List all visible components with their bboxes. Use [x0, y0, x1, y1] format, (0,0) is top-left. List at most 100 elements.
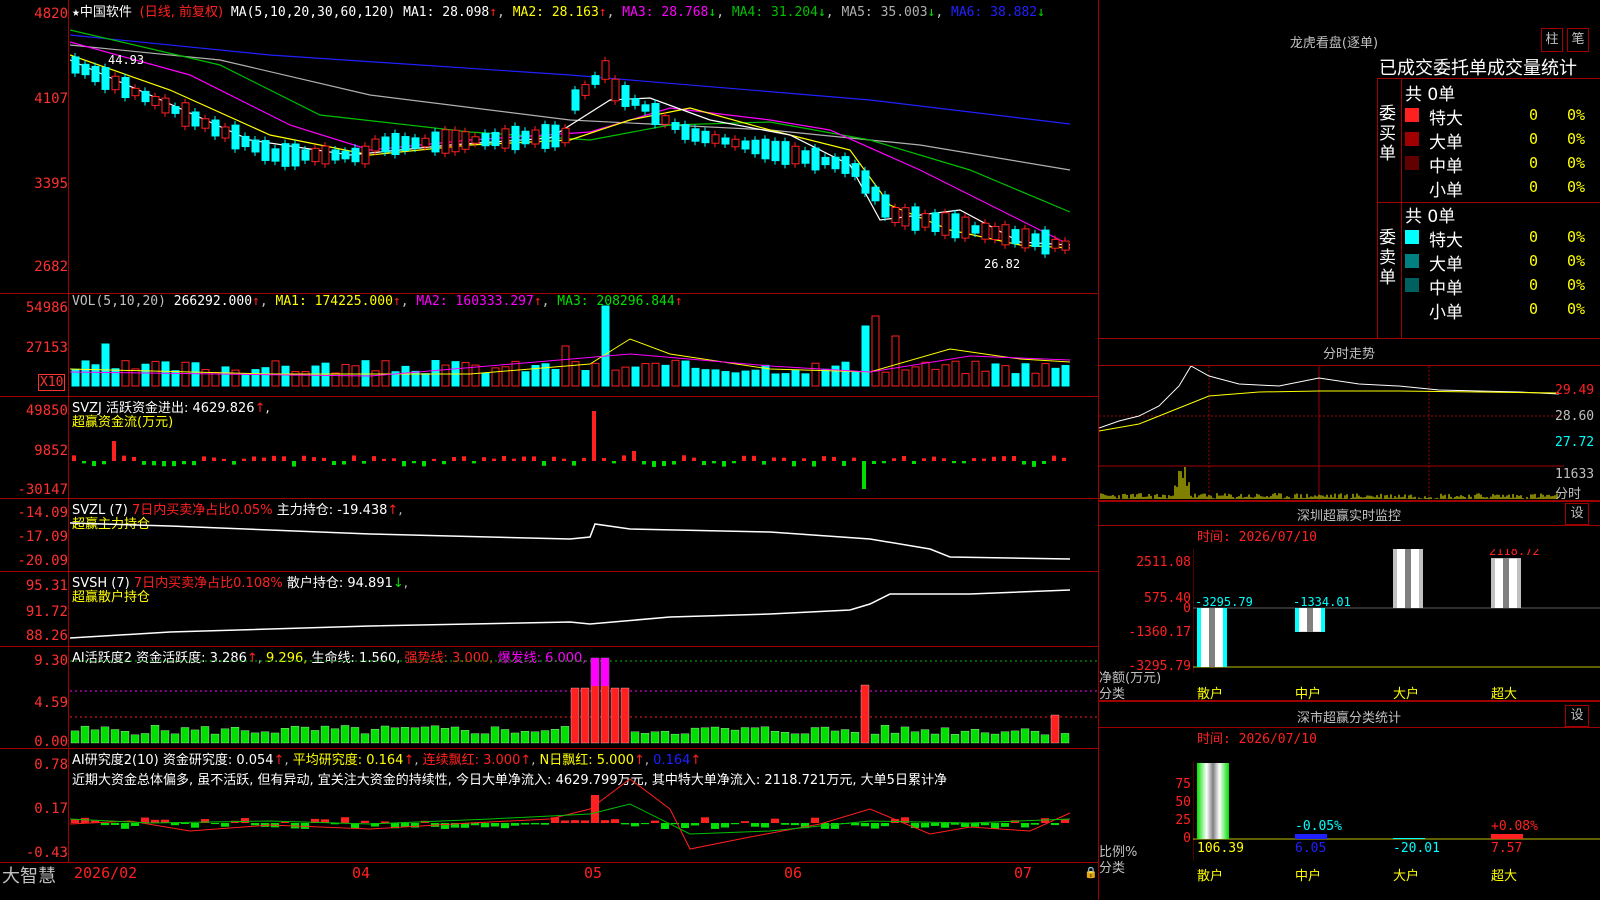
candle-body: [111, 75, 120, 91]
order-percent: 0%: [1567, 228, 1586, 246]
volume-bar: [601, 305, 610, 387]
volume-bar: [551, 368, 560, 387]
svzj-bar: [732, 461, 736, 464]
ma5-value: MA5: 35.003: [841, 5, 928, 20]
svzj-bar: [72, 455, 76, 461]
candle-body: [481, 132, 490, 147]
monitor-bar-edge: [1491, 558, 1495, 608]
svzl-panel[interactable]: -14.09 -17.09 -20.09 SVZL (7) 7日内买卖净占比0.…: [0, 499, 1098, 572]
svzj-bar: [932, 456, 936, 461]
ai-activity-bar: [770, 731, 780, 744]
candle-body: [981, 222, 990, 240]
candle-body: [221, 126, 230, 139]
dragon-panel: 龙虎看盘(逐单) 柱 笔 已成交委托单成交量统计 委买单 委卖单 共 0单 共 …: [1098, 0, 1600, 339]
svzj-panel[interactable]: 49850 9852 -30147 SVZJ 活跃资金进出: 4629.826↑…: [0, 397, 1098, 499]
svzj-bar: [782, 457, 786, 461]
volume-bar: [521, 371, 530, 387]
intraday-chart[interactable]: [1099, 366, 1564, 501]
ai-activity-bar: [450, 726, 460, 744]
period-label[interactable]: (日线, 前复权): [140, 5, 223, 20]
ai-activity-bars[interactable]: [70, 647, 1098, 748]
ai-research-panel[interactable]: 0.78 0.17 -0.43 AI研究度2(10) 资金研究度: 0.054↑…: [0, 749, 1098, 863]
candle-body: [421, 137, 430, 148]
ai-research-bar: [701, 817, 709, 823]
candle-body: [931, 212, 940, 233]
ai-activity-bar: [640, 733, 650, 744]
candle-body: [971, 225, 980, 234]
volume-bar: [841, 361, 850, 387]
svzj-bars[interactable]: [70, 397, 1098, 497]
ai-research-bar: [631, 823, 639, 827]
classify-settings-button[interactable]: 设: [1565, 705, 1589, 727]
ai-research-bar: [951, 823, 959, 825]
ai-research-bar: [101, 823, 109, 826]
svzj-bar: [192, 461, 196, 466]
ai-research-bar: [501, 823, 509, 829]
svzj-bar: [502, 455, 506, 461]
ai-activity-bar: [680, 733, 690, 744]
svsh-panel[interactable]: 95.31 91.72 88.26 SVSH (7) 7日内买卖净占比0.108…: [0, 572, 1098, 647]
candle-body: [541, 124, 550, 149]
monitor-bar-core: [1405, 549, 1411, 608]
volume-bar: [611, 369, 620, 387]
monitor-chart[interactable]: -3295.79-1334.012511.082118.72: [1193, 549, 1600, 673]
svzj-bar: [182, 461, 186, 465]
classify-ytick: 25: [1175, 813, 1191, 828]
ai-activity-panel[interactable]: 9.30 4.59 0.00 AI活跃度2 资金活跃度: 3.286↑, 9.2…: [0, 647, 1098, 750]
bar-mode-button[interactable]: 柱: [1541, 28, 1563, 52]
order-count: 0: [1529, 106, 1539, 124]
svzj-bar: [602, 457, 606, 461]
candlestick-chart[interactable]: 44.93 26.82: [70, 20, 1098, 292]
volume-bar: [481, 372, 490, 387]
svsh-ytick: 88.26: [25, 628, 68, 644]
ai-research-bar: [511, 823, 519, 826]
volume-bar: [781, 373, 790, 387]
order-count: 0: [1529, 252, 1539, 270]
price-panel[interactable]: 4820 4107 3395 2682 ★中国软件 (日线, 前复权) MA(5…: [0, 0, 1098, 294]
ai-research-bar: [361, 820, 369, 823]
tick-mode-button[interactable]: 笔: [1567, 28, 1589, 52]
monitor-settings-button[interactable]: 设: [1565, 503, 1589, 525]
svzj-bar: [112, 441, 116, 461]
volume-bar: [181, 361, 190, 387]
volume-bar: [161, 361, 170, 387]
candle-body: [641, 104, 650, 112]
svzj-bar: [392, 458, 396, 461]
stock-name[interactable]: 中国软件: [80, 5, 132, 20]
sell-orders-label: 委卖单: [1379, 228, 1396, 288]
ma4-value: MA4: 31.204: [731, 5, 818, 20]
ai-activity-bar: [950, 734, 960, 744]
price-ytick: 2682: [34, 259, 68, 275]
lock-icon[interactable]: 🔒: [1084, 866, 1098, 879]
ai-activity-bar: [340, 725, 350, 744]
intraday-panel[interactable]: 分时走势 29.49 28.60 27.72 11633 分时: [1098, 338, 1600, 502]
svzj-bar: [472, 461, 476, 464]
star-icon[interactable]: ★: [72, 5, 80, 20]
ai-activity-bar: [960, 730, 970, 744]
ai-research-bars[interactable]: [70, 749, 1098, 862]
volume-bar: [191, 362, 200, 387]
candle-body: [141, 90, 150, 103]
candle-body: [771, 140, 780, 162]
volume-bar: [871, 315, 880, 387]
svzj-bar: [542, 461, 546, 466]
volume-bar: [281, 365, 290, 387]
ai-activity-bar: [940, 727, 950, 744]
ai-activity-bar: [710, 726, 720, 744]
low-price-label: 26.82: [984, 257, 1020, 271]
monitor-bar-label: -1334.01: [1293, 595, 1351, 609]
monitor-bar-edge: [1419, 549, 1423, 608]
monitor-bar-edge: [1321, 608, 1325, 632]
volume-bar: [901, 369, 910, 387]
ai-activity-bar: [1060, 733, 1070, 744]
volume-bars[interactable]: [70, 294, 1098, 394]
ai-research-bar: [131, 823, 139, 827]
volume-panel[interactable]: 54986 27153 X10 VOL(5,10,20) 266292.000↑…: [0, 294, 1098, 397]
candle-body: [681, 124, 690, 140]
ai-activity-bar: [510, 732, 520, 744]
buy-total: 共 0单: [1405, 85, 1456, 105]
ai-activity-bar: [310, 730, 320, 744]
volume-bar: [81, 360, 90, 387]
svzj-bar: [972, 458, 976, 461]
ai-activity-bar: [440, 728, 450, 744]
